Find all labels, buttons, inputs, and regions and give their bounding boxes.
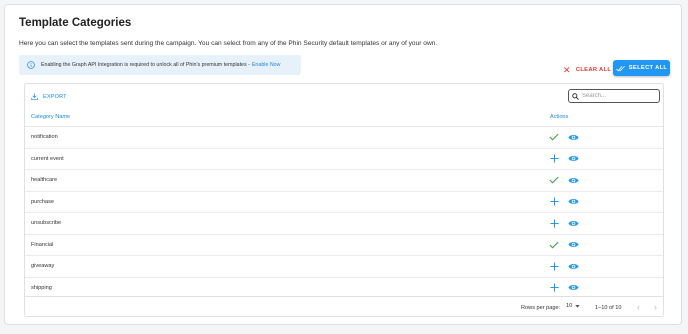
search-input[interactable] xyxy=(582,93,656,99)
column-header-actions: Actions xyxy=(550,114,569,120)
table-header: Category Name Actions xyxy=(25,106,663,127)
select-all-button[interactable]: SELECT ALL xyxy=(613,60,670,76)
category-name: healthcare xyxy=(31,177,58,183)
done-all-icon xyxy=(615,65,625,71)
preview-eye-icon[interactable] xyxy=(566,217,580,229)
category-name: unsubscribe xyxy=(31,220,62,226)
table-pagination: Rows per page: 10 1–10 of 10 ‹ › xyxy=(25,296,663,316)
preview-eye-icon[interactable] xyxy=(566,174,580,186)
table-row: healthcare xyxy=(25,170,663,192)
selected-check-icon[interactable] xyxy=(547,239,561,251)
category-name: Financial xyxy=(31,241,54,248)
template-categories-card: Template Categories Here you can select … xyxy=(4,4,682,325)
table-row: Financial xyxy=(25,235,663,256)
add-icon[interactable] xyxy=(547,153,561,165)
category-name: shipping xyxy=(31,284,52,291)
download-icon xyxy=(31,93,38,100)
close-icon: ✕ xyxy=(563,64,571,75)
table-row: current event xyxy=(25,149,663,170)
category-name: purchase xyxy=(31,198,55,205)
banner-text: Enabling the Graph API Integration is re… xyxy=(41,62,250,68)
search-icon xyxy=(572,92,579,100)
selected-check-icon[interactable] xyxy=(547,131,561,143)
selected-check-icon[interactable] xyxy=(547,174,561,186)
preview-eye-icon[interactable] xyxy=(566,260,580,272)
table-row: shipping xyxy=(25,278,663,297)
table-row: unsubscribe xyxy=(25,213,663,235)
enable-now-link[interactable]: Enable Now xyxy=(252,62,281,68)
graph-api-banner: Enabling the Graph API Integration is re… xyxy=(19,55,301,75)
add-icon[interactable] xyxy=(547,217,561,229)
table-row: purchase xyxy=(25,192,663,213)
preview-eye-icon[interactable] xyxy=(566,196,580,208)
preview-eye-icon[interactable] xyxy=(566,239,580,251)
caret-down-icon xyxy=(575,304,580,308)
preview-eye-icon[interactable] xyxy=(566,131,580,143)
export-button[interactable]: EXPORT xyxy=(31,93,67,100)
clear-all-button[interactable]: ✕ CLEAR ALL xyxy=(563,63,611,77)
clear-all-label: CLEAR ALL xyxy=(575,67,612,73)
category-name: giveaway xyxy=(31,263,55,269)
page-title: Template Categories xyxy=(19,17,132,29)
table-body: notification current event healthcare purch… xyxy=(25,127,663,296)
column-header-category-name: Category Name xyxy=(31,114,71,120)
search-box xyxy=(568,89,660,103)
pagination-range: 1–10 of 10 xyxy=(595,305,622,311)
rows-per-page-value: 10 xyxy=(566,303,573,309)
page-description: Here you can select the templates sent d… xyxy=(19,40,438,47)
add-icon[interactable] xyxy=(547,260,561,272)
table-row: giveaway xyxy=(25,256,663,278)
info-icon xyxy=(27,61,35,69)
categories-table: EXPORT Category Name Actions notificatio… xyxy=(24,83,664,317)
add-icon[interactable] xyxy=(547,196,561,208)
category-name: notification xyxy=(31,134,58,140)
rows-per-page-label: Rows per page: xyxy=(521,305,561,311)
preview-eye-icon[interactable] xyxy=(566,282,580,294)
preview-eye-icon[interactable] xyxy=(566,153,580,165)
rows-per-page-select[interactable]: 10 xyxy=(566,303,580,309)
add-icon[interactable] xyxy=(547,282,561,294)
select-all-label: SELECT ALL xyxy=(628,65,668,71)
next-page-button[interactable]: › xyxy=(654,302,657,312)
table-row: notification xyxy=(25,127,663,149)
export-label: EXPORT xyxy=(43,93,67,100)
category-name: current event xyxy=(31,155,64,162)
previous-page-button[interactable]: ‹ xyxy=(637,302,640,312)
